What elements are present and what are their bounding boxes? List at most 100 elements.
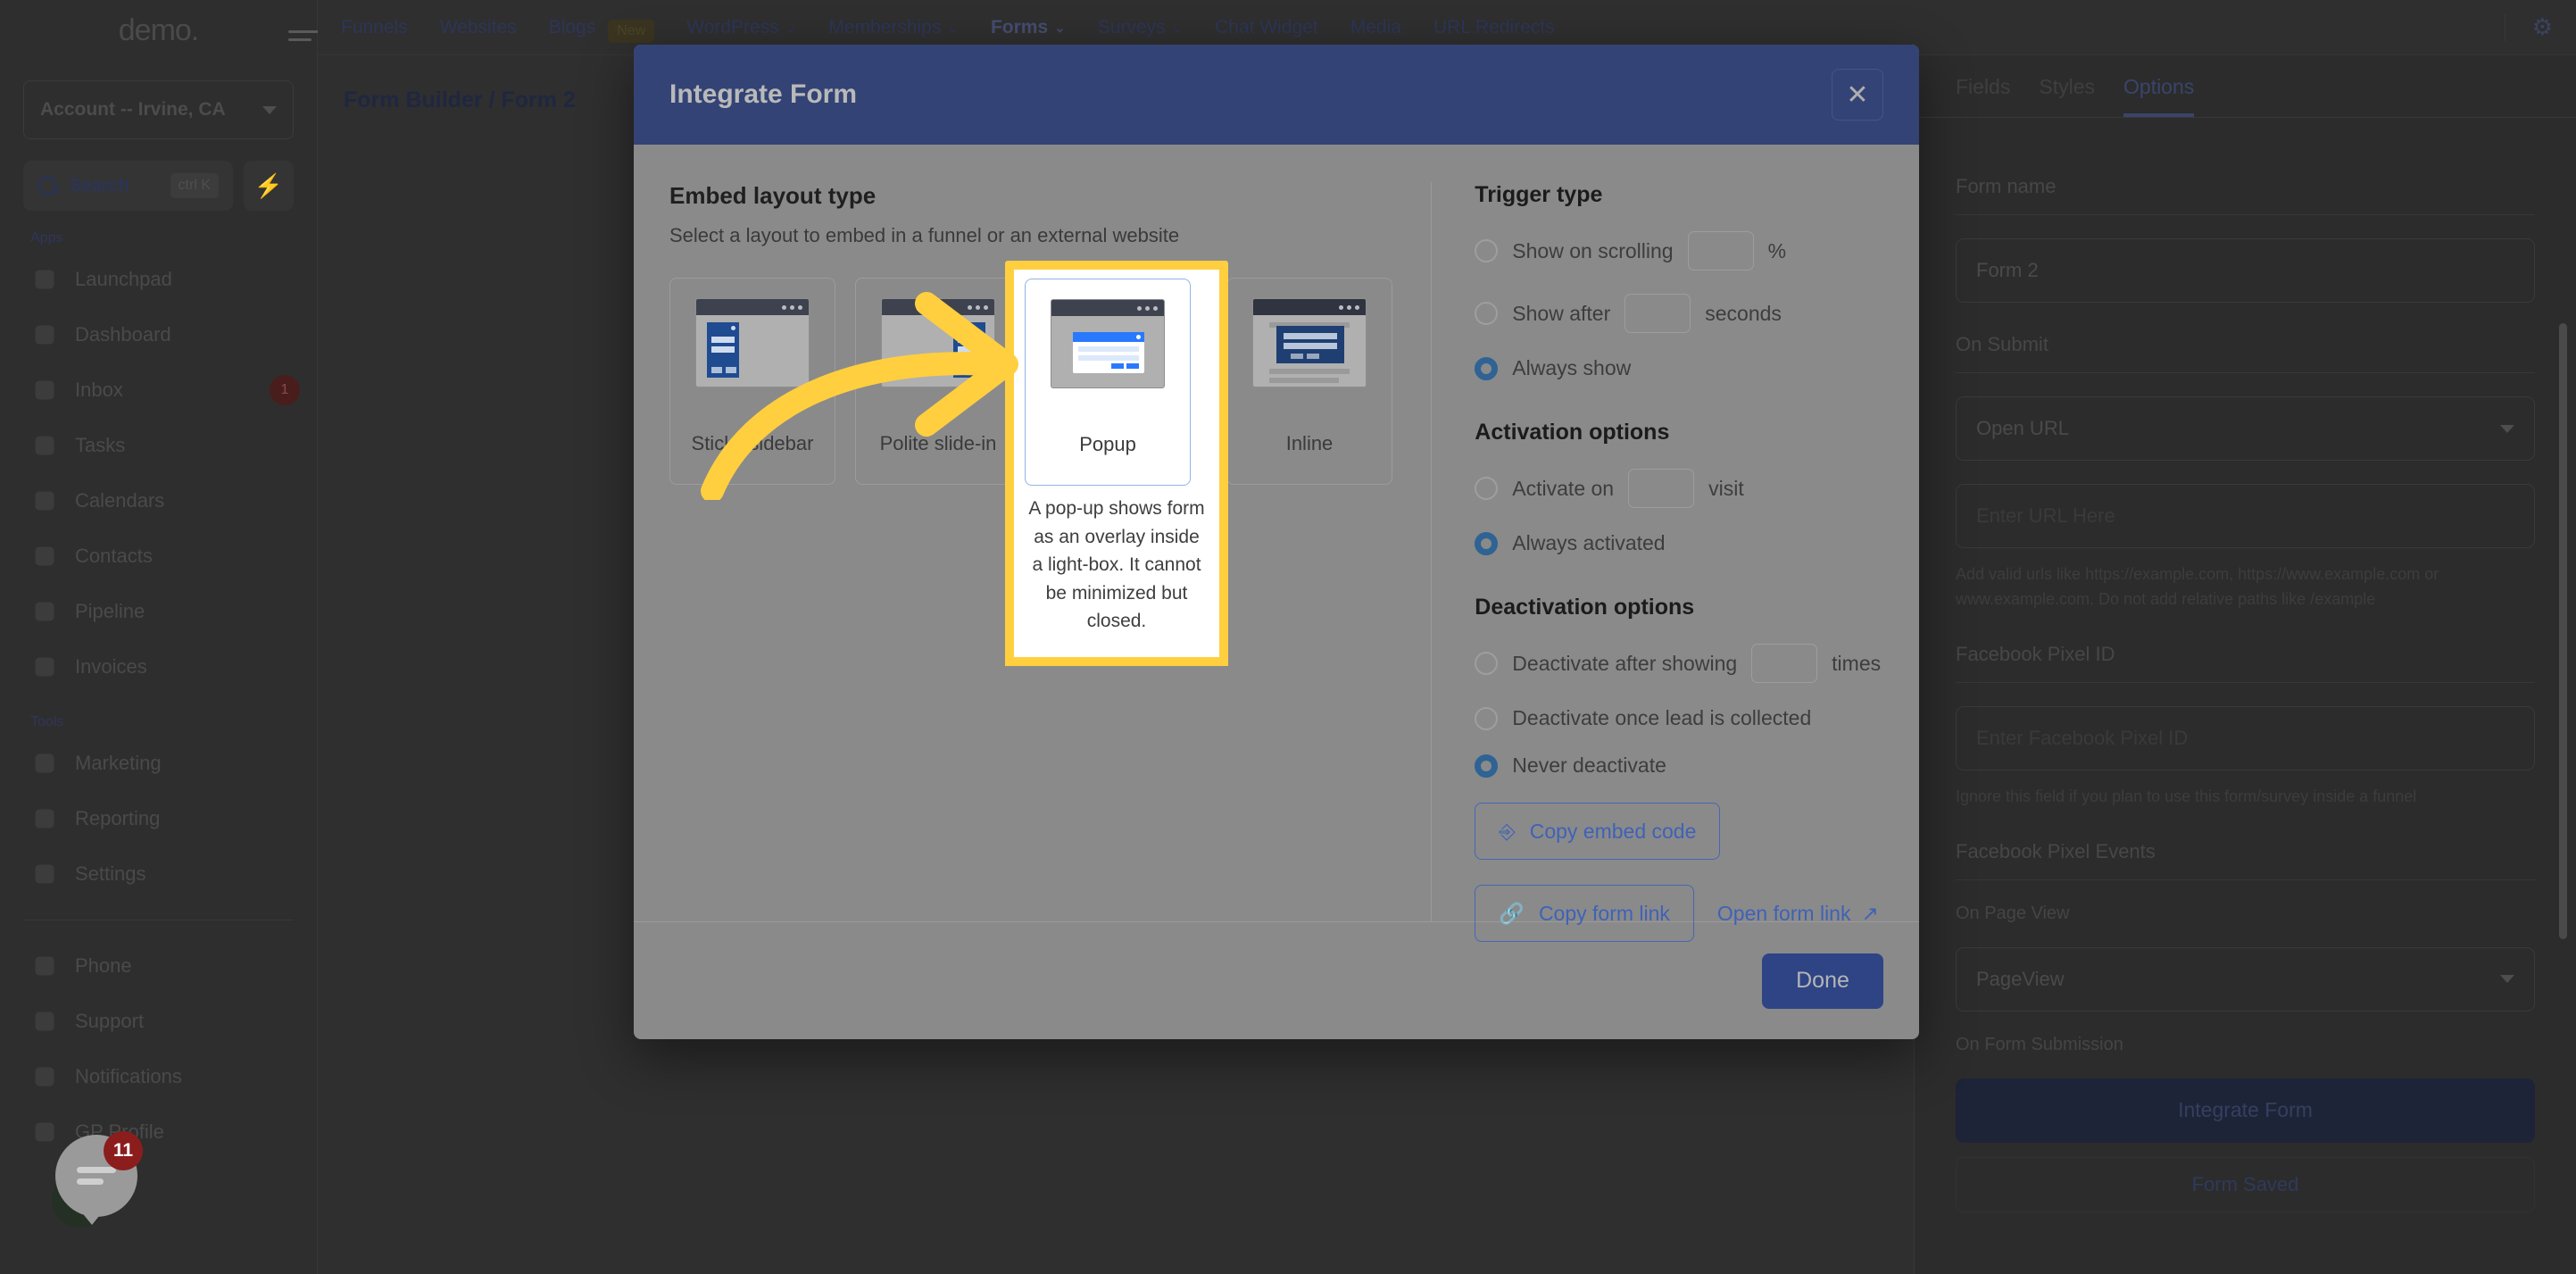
tab-fields[interactable]: Fields [1956, 75, 2010, 117]
done-button[interactable]: Done [1762, 953, 1883, 1009]
radio-button[interactable] [1475, 239, 1499, 262]
embed-layout-card-label: Inline [1285, 432, 1334, 454]
radio-option-never-deactivate[interactable]: Never deactivate [1475, 754, 1883, 778]
sidebar-item-notifications[interactable]: Notifications [23, 1049, 294, 1104]
settings-gear-icon[interactable]: ⚙ [2504, 13, 2553, 41]
sidebar-item-inbox[interactable]: Inbox 1 [23, 362, 300, 418]
facebook-pixel-id-input[interactable]: Enter Facebook Pixel ID [1956, 705, 2535, 770]
radio-option-activate-on[interactable]: Activate on visit [1475, 469, 1883, 508]
numeric-input[interactable] [1625, 294, 1691, 333]
radio-option-always-show[interactable]: Always show [1475, 356, 1883, 380]
sidebar-item-dashboard[interactable]: Dashboard [23, 307, 294, 362]
chat-unread-badge: 11 [104, 1131, 143, 1170]
popup-layout-card[interactable]: Popup [1025, 279, 1191, 486]
sidebar-item-reporting[interactable]: Reporting [23, 791, 294, 846]
numeric-input[interactable] [1751, 644, 1818, 683]
chevron-down-icon: ⌄ [1171, 20, 1184, 36]
trigger-settings-section: Trigger type Show on scrolling% Show afte… [1432, 182, 1883, 942]
divider [1956, 681, 2535, 683]
input-suffix-label: seconds [1705, 301, 1782, 325]
open-form-link[interactable]: Open form link ↗ [1717, 902, 1879, 926]
top-nav-item-wordpress[interactable]: WordPress ⌄ [686, 17, 796, 38]
input-suffix-label: visit [1708, 476, 1744, 500]
sidebar-item-label: Launchpad [75, 268, 172, 290]
embed-layout-card-sticky-sidebar[interactable]: Sticky sidebar [669, 278, 835, 485]
radio-label: Show after [1512, 301, 1611, 325]
top-nav-item-chat-widget[interactable]: Chat Widget [1215, 17, 1318, 38]
sidebar-item-settings[interactable]: Settings [23, 846, 294, 902]
sidebar-item-launchpad[interactable]: Launchpad [23, 252, 294, 307]
radio-option-always-activated[interactable]: Always activated [1475, 531, 1883, 555]
sidebar-item-calendars[interactable]: Calendars [23, 473, 294, 529]
radio-option-show-after[interactable]: Show after seconds [1475, 294, 1883, 333]
tab-styles[interactable]: Styles [2039, 75, 2095, 117]
top-nav-item-memberships[interactable]: Memberships ⌄ [828, 17, 959, 38]
bell-icon [32, 1064, 57, 1089]
support-icon [32, 1009, 57, 1034]
deactivation-options: Deactivate after showing times Deactivate … [1475, 644, 1883, 778]
pie-chart-icon [32, 806, 57, 831]
search-input[interactable]: Search ctrl K [23, 161, 233, 211]
sidebar-item-support[interactable]: Support [23, 994, 294, 1049]
sidebar-item-marketing[interactable]: Marketing [23, 736, 294, 791]
close-icon[interactable]: ✕ [1832, 69, 1883, 121]
top-nav-item-media[interactable]: Media [1350, 17, 1401, 38]
url-input[interactable]: Enter URL Here [1956, 484, 2535, 548]
sidebar-group-label: Apps [30, 230, 63, 246]
radio-button[interactable] [1475, 531, 1499, 555]
radio-button[interactable] [1475, 652, 1499, 675]
numeric-input[interactable] [1687, 231, 1754, 271]
top-nav-item-funnels[interactable]: Funnels [341, 17, 408, 38]
top-nav-item-url-redirects[interactable]: URL Redirects [1433, 17, 1555, 38]
numeric-input[interactable] [1628, 469, 1695, 508]
radio-button[interactable] [1475, 706, 1499, 730]
tab-options[interactable]: Options [2123, 75, 2195, 117]
radio-button[interactable] [1475, 302, 1499, 325]
modal-body: Embed layout type Select a layout to emb… [634, 145, 1919, 942]
sidebar-item-phone[interactable]: Phone [23, 938, 294, 994]
top-nav-item-surveys[interactable]: Surveys ⌄ [1098, 17, 1183, 38]
embed-layout-card-inline[interactable]: Inline [1226, 278, 1392, 485]
radio-option-show-on-scrolling[interactable]: Show on scrolling% [1475, 231, 1883, 271]
sidebar-item-pipeline[interactable]: Pipeline [23, 584, 294, 639]
top-nav-item-websites[interactable]: Websites [440, 17, 517, 38]
megaphone-icon [32, 751, 57, 776]
copy-form-link-button[interactable]: 🔗 Copy form link [1475, 885, 1694, 942]
new-badge: New [608, 19, 655, 43]
chevron-down-icon: ⌄ [947, 20, 959, 36]
sidebar-group-label: Tools [30, 714, 64, 729]
chevron-down-icon [262, 105, 277, 114]
top-nav-item-forms[interactable]: Forms ⌄ [991, 17, 1066, 38]
top-nav-item-blogs[interactable]: Blogs [549, 17, 596, 38]
account-label: Account -- Irvine, CA [40, 99, 226, 120]
chat-launcher-button[interactable]: 11 [55, 1131, 143, 1225]
sidebar-item-contacts[interactable]: Contacts [23, 529, 294, 584]
app-root: demo. Account -- Irvine, CA Search ctrl … [0, 0, 2576, 1274]
top-nav-item-label: Chat Widget [1215, 16, 1318, 37]
search-icon [37, 176, 57, 196]
on-submit-select[interactable]: Open URL [1956, 396, 2535, 461]
radio-button[interactable] [1475, 477, 1499, 500]
radio-button[interactable] [1475, 356, 1499, 380]
sidebar-item-tasks[interactable]: Tasks [23, 418, 294, 473]
sidebar-collapse-icon[interactable] [288, 25, 319, 46]
brand-logo: demo. [118, 12, 199, 47]
sidebar-item-invoices[interactable]: Invoices [23, 639, 294, 695]
on-page-view-select[interactable]: PageView [1956, 946, 2535, 1012]
integrate-form-button[interactable]: Integrate Form [1956, 1078, 2535, 1143]
quick-actions-button[interactable]: ⚡ [244, 161, 294, 211]
radio-option-deactivate-once-lead-is-collected[interactable]: Deactivate once lead is collected [1475, 706, 1883, 730]
panel-scrollbar[interactable] [2559, 323, 2567, 939]
form-name-value: Form 2 [1976, 259, 2039, 281]
embed-layout-card-polite-slide-in[interactable]: Polite slide-in [855, 278, 1021, 485]
form-name-input[interactable]: Form 2 [1956, 238, 2535, 303]
account-selector[interactable]: Account -- Irvine, CA [23, 80, 294, 139]
copy-embed-code-button[interactable]: ⎆ Copy embed code [1475, 803, 1721, 860]
radio-option-deactivate-after-showing[interactable]: Deactivate after showing times [1475, 644, 1883, 683]
trigger-type-heading: Trigger type [1475, 182, 1603, 207]
modal-title: Integrate Form [669, 79, 858, 109]
radio-button[interactable] [1475, 754, 1499, 778]
top-nav-item-label: Memberships [828, 16, 942, 37]
form-saved-button[interactable]: Form Saved [1956, 1156, 2535, 1212]
link-icon: 🔗 [1499, 901, 1525, 925]
